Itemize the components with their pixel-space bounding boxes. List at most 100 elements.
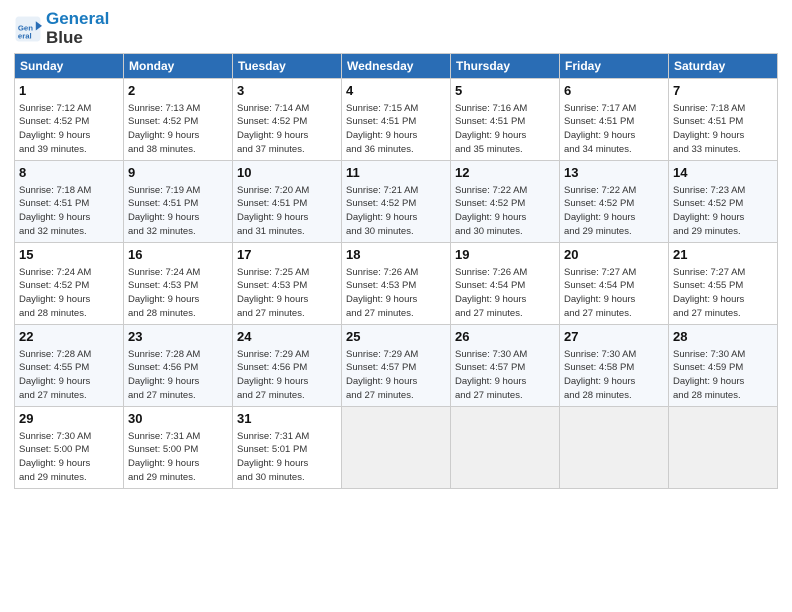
day-info: Sunrise: 7:12 AMSunset: 4:52 PMDaylight:… <box>19 102 119 157</box>
day-number: 5 <box>455 82 555 100</box>
day-info: Sunrise: 7:24 AMSunset: 4:52 PMDaylight:… <box>19 266 119 321</box>
calendar-day-cell: 2 Sunrise: 7:13 AMSunset: 4:52 PMDaylight… <box>124 79 233 161</box>
calendar-day-cell: 24Sunrise: 7:29 AMSunset: 4:56 PMDayligh… <box>233 325 342 407</box>
calendar-week-row: 29Sunrise: 7:30 AMSunset: 5:00 PMDayligh… <box>15 407 778 489</box>
day-number: 31 <box>237 410 337 428</box>
calendar-day-cell: 25 Sunrise: 7:29 AMSunset: 4:57 PMDayligh… <box>342 325 451 407</box>
day-number: 6 <box>564 82 664 100</box>
day-info: Sunrise: 7:28 AMSunset: 4:55 PMDaylight:… <box>19 348 119 403</box>
day-number: 11 <box>346 164 446 182</box>
day-number: 22 <box>19 328 119 346</box>
day-info: Sunrise: 7:30 AMSunset: 4:58 PMDaylight:… <box>564 348 664 403</box>
calendar-day-cell: 15Sunrise: 7:24 AMSunset: 4:52 PMDayligh… <box>15 243 124 325</box>
calendar-day-cell: 3 Sunrise: 7:14 AMSunset: 4:52 PMDaylight… <box>233 79 342 161</box>
day-info: Sunrise: 7:24 AMSunset: 4:53 PMDaylight:… <box>128 266 228 321</box>
day-info: Sunrise: 7:18 AMSunset: 4:51 PMDaylight:… <box>19 184 119 239</box>
day-number: 16 <box>128 246 228 264</box>
day-number: 7 <box>673 82 773 100</box>
calendar-week-row: 15Sunrise: 7:24 AMSunset: 4:52 PMDayligh… <box>15 243 778 325</box>
day-info: Sunrise: 7:29 AMSunset: 4:57 PMDaylight:… <box>346 348 446 403</box>
logo-icon: Gen eral <box>14 15 42 43</box>
day-number: 9 <box>128 164 228 182</box>
day-info: Sunrise: 7:13 AMSunset: 4:52 PMDaylight:… <box>128 102 228 157</box>
weekday-header-cell: Tuesday <box>233 54 342 79</box>
calendar-day-cell: 19Sunrise: 7:26 AMSunset: 4:54 PMDayligh… <box>451 243 560 325</box>
day-info: Sunrise: 7:27 AMSunset: 4:55 PMDaylight:… <box>673 266 773 321</box>
day-number: 12 <box>455 164 555 182</box>
calendar-week-row: 1 Sunrise: 7:12 AMSunset: 4:52 PMDaylight… <box>15 79 778 161</box>
calendar-day-cell: 13 Sunrise: 7:22 AMSunset: 4:52 PMDayligh… <box>560 161 669 243</box>
day-info: Sunrise: 7:15 AMSunset: 4:51 PMDaylight:… <box>346 102 446 157</box>
calendar-day-cell: 22 Sunrise: 7:28 AMSunset: 4:55 PMDayligh… <box>15 325 124 407</box>
calendar-day-cell: 14 Sunrise: 7:23 AMSunset: 4:52 PMDayligh… <box>669 161 778 243</box>
day-info: Sunrise: 7:30 AMSunset: 4:59 PMDaylight:… <box>673 348 773 403</box>
weekday-header-cell: Monday <box>124 54 233 79</box>
weekday-header-cell: Thursday <box>451 54 560 79</box>
weekday-header-cell: Sunday <box>15 54 124 79</box>
day-number: 23 <box>128 328 228 346</box>
calendar-day-cell: 8 Sunrise: 7:18 AMSunset: 4:51 PMDaylight… <box>15 161 124 243</box>
calendar-day-cell: 12Sunrise: 7:22 AMSunset: 4:52 PMDayligh… <box>451 161 560 243</box>
day-info: Sunrise: 7:19 AMSunset: 4:51 PMDaylight:… <box>128 184 228 239</box>
day-info: Sunrise: 7:23 AMSunset: 4:52 PMDaylight:… <box>673 184 773 239</box>
day-number: 17 <box>237 246 337 264</box>
weekday-header-cell: Wednesday <box>342 54 451 79</box>
weekday-header-cell: Friday <box>560 54 669 79</box>
day-number: 20 <box>564 246 664 264</box>
day-number: 14 <box>673 164 773 182</box>
day-number: 1 <box>19 82 119 100</box>
calendar-day-cell: 20 Sunrise: 7:27 AMSunset: 4:54 PMDayligh… <box>560 243 669 325</box>
calendar-week-row: 22 Sunrise: 7:28 AMSunset: 4:55 PMDayligh… <box>15 325 778 407</box>
calendar-day-cell: 28 Sunrise: 7:30 AMSunset: 4:59 PMDayligh… <box>669 325 778 407</box>
calendar-day-cell: 29Sunrise: 7:30 AMSunset: 5:00 PMDayligh… <box>15 407 124 489</box>
calendar-day-cell: 11 Sunrise: 7:21 AMSunset: 4:52 PMDayligh… <box>342 161 451 243</box>
day-info: Sunrise: 7:28 AMSunset: 4:56 PMDaylight:… <box>128 348 228 403</box>
day-number: 8 <box>19 164 119 182</box>
day-info: Sunrise: 7:16 AMSunset: 4:51 PMDaylight:… <box>455 102 555 157</box>
calendar-day-cell: 30 Sunrise: 7:31 AMSunset: 5:00 PMDayligh… <box>124 407 233 489</box>
day-info: Sunrise: 7:27 AMSunset: 4:54 PMDaylight:… <box>564 266 664 321</box>
calendar-week-row: 8 Sunrise: 7:18 AMSunset: 4:51 PMDaylight… <box>15 161 778 243</box>
calendar-day-cell: 18 Sunrise: 7:26 AMSunset: 4:53 PMDayligh… <box>342 243 451 325</box>
day-info: Sunrise: 7:21 AMSunset: 4:52 PMDaylight:… <box>346 184 446 239</box>
day-info: Sunrise: 7:20 AMSunset: 4:51 PMDaylight:… <box>237 184 337 239</box>
calendar-day-cell: 9 Sunrise: 7:19 AMSunset: 4:51 PMDaylight… <box>124 161 233 243</box>
day-number: 27 <box>564 328 664 346</box>
calendar-day-cell: 27 Sunrise: 7:30 AMSunset: 4:58 PMDayligh… <box>560 325 669 407</box>
day-info: Sunrise: 7:31 AMSunset: 5:00 PMDaylight:… <box>128 430 228 485</box>
day-number: 25 <box>346 328 446 346</box>
day-number: 18 <box>346 246 446 264</box>
calendar-day-cell: 5 Sunrise: 7:16 AMSunset: 4:51 PMDaylight… <box>451 79 560 161</box>
calendar-day-cell: 23 Sunrise: 7:28 AMSunset: 4:56 PMDayligh… <box>124 325 233 407</box>
calendar-day-cell: 4 Sunrise: 7:15 AMSunset: 4:51 PMDaylight… <box>342 79 451 161</box>
calendar-day-cell: 1 Sunrise: 7:12 AMSunset: 4:52 PMDaylight… <box>15 79 124 161</box>
logo: Gen eral General Blue <box>14 10 109 47</box>
calendar-day-cell: 16 Sunrise: 7:24 AMSunset: 4:53 PMDayligh… <box>124 243 233 325</box>
day-info: Sunrise: 7:18 AMSunset: 4:51 PMDaylight:… <box>673 102 773 157</box>
day-info: Sunrise: 7:26 AMSunset: 4:53 PMDaylight:… <box>346 266 446 321</box>
day-info: Sunrise: 7:22 AMSunset: 4:52 PMDaylight:… <box>564 184 664 239</box>
day-number: 28 <box>673 328 773 346</box>
day-info: Sunrise: 7:30 AMSunset: 5:00 PMDaylight:… <box>19 430 119 485</box>
day-number: 4 <box>346 82 446 100</box>
day-info: Sunrise: 7:29 AMSunset: 4:56 PMDaylight:… <box>237 348 337 403</box>
day-number: 19 <box>455 246 555 264</box>
day-number: 2 <box>128 82 228 100</box>
calendar-day-cell <box>342 407 451 489</box>
calendar-body: 1 Sunrise: 7:12 AMSunset: 4:52 PMDaylight… <box>15 79 778 489</box>
logo-text: General Blue <box>46 10 109 47</box>
day-number: 10 <box>237 164 337 182</box>
header: Gen eral General Blue <box>14 10 778 47</box>
day-info: Sunrise: 7:14 AMSunset: 4:52 PMDaylight:… <box>237 102 337 157</box>
day-info: Sunrise: 7:17 AMSunset: 4:51 PMDaylight:… <box>564 102 664 157</box>
calendar-table: SundayMondayTuesdayWednesdayThursdayFrid… <box>14 53 778 489</box>
svg-text:eral: eral <box>18 31 32 40</box>
calendar-day-cell: 7 Sunrise: 7:18 AMSunset: 4:51 PMDaylight… <box>669 79 778 161</box>
calendar-day-cell: 17Sunrise: 7:25 AMSunset: 4:53 PMDayligh… <box>233 243 342 325</box>
weekday-header-cell: Saturday <box>669 54 778 79</box>
day-number: 3 <box>237 82 337 100</box>
day-number: 30 <box>128 410 228 428</box>
day-number: 13 <box>564 164 664 182</box>
day-info: Sunrise: 7:31 AMSunset: 5:01 PMDaylight:… <box>237 430 337 485</box>
calendar-day-cell: 21Sunrise: 7:27 AMSunset: 4:55 PMDayligh… <box>669 243 778 325</box>
